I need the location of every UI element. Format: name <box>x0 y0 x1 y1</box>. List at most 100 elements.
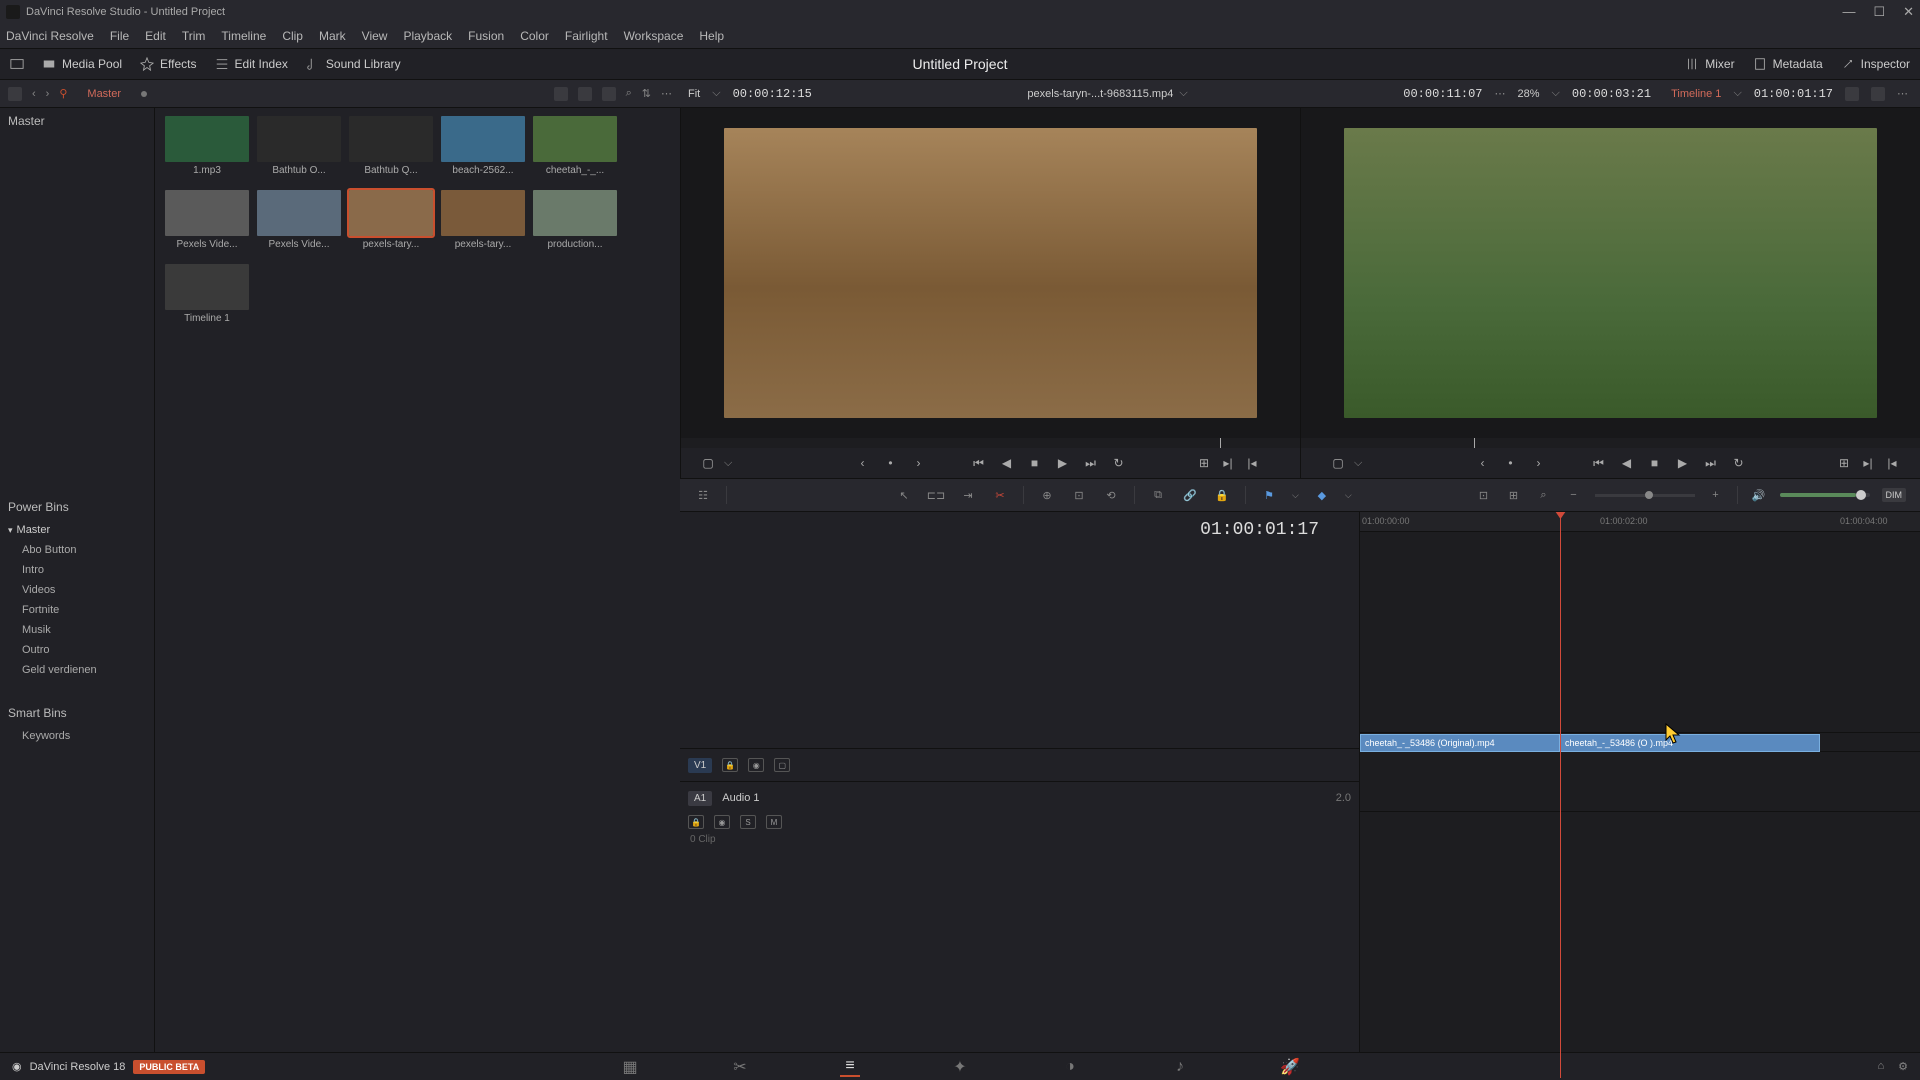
bin-item[interactable]: Outro <box>0 640 154 660</box>
menu-item[interactable]: Edit <box>145 29 166 43</box>
fairlight-page-icon[interactable]: ♪ <box>1170 1057 1190 1077</box>
power-bins-header[interactable]: Power Bins <box>0 494 154 520</box>
pin-icon[interactable]: ⚲ <box>59 87 67 100</box>
menu-item[interactable]: Clip <box>282 29 303 43</box>
media-thumbnail[interactable]: pexels-tary... <box>349 190 433 250</box>
tl-first-frame[interactable]: ⏮ <box>1591 455 1607 471</box>
media-thumbnail[interactable]: Timeline 1 <box>165 264 249 324</box>
zoom-out[interactable]: − <box>1565 486 1583 504</box>
menu-item[interactable]: File <box>110 29 129 43</box>
menu-item[interactable]: Workspace <box>624 29 684 43</box>
menu-item[interactable]: Timeline <box>221 29 266 43</box>
media-pool-toggle[interactable]: Media Pool <box>42 57 122 71</box>
power-bins-master[interactable]: ▾Master <box>0 520 154 540</box>
menu-item[interactable]: Playback <box>403 29 452 43</box>
edit-index-toggle[interactable]: Edit Index <box>215 57 288 71</box>
zoom-detail-icon[interactable]: ⊞ <box>1505 486 1523 504</box>
src-loop[interactable]: ↻ <box>1111 455 1127 471</box>
bin-item[interactable]: Intro <box>0 560 154 580</box>
menu-item[interactable]: View <box>362 29 388 43</box>
project-settings-icon[interactable]: ⚙ <box>1898 1060 1908 1073</box>
mute-button[interactable]: M <box>766 815 782 829</box>
src-prev-edit[interactable]: ‹ <box>855 455 871 471</box>
media-thumbnail[interactable]: Pexels Vide... <box>165 190 249 250</box>
marker-icon[interactable]: ◆ <box>1313 486 1331 504</box>
insert-clip-icon[interactable]: ⊕ <box>1038 486 1056 504</box>
track-disable-icon[interactable]: ▢ <box>774 758 790 772</box>
video-track-header[interactable]: V1 🔒 ◉ ▢ <box>680 748 1359 781</box>
media-thumbnail[interactable]: production... <box>533 190 617 250</box>
menu-item[interactable]: Trim <box>182 29 206 43</box>
tl-opt2-icon[interactable] <box>1871 87 1885 101</box>
sort-icon[interactable]: ⇅ <box>642 87 651 100</box>
cut-page-icon[interactable]: ✂ <box>730 1057 750 1077</box>
bin-item[interactable]: Fortnite <box>0 600 154 620</box>
zoom-in[interactable]: + <box>1707 486 1725 504</box>
nav-back[interactable]: ‹ <box>32 88 36 100</box>
zoom-custom-icon[interactable]: ⌕ <box>1535 486 1553 504</box>
smart-bins-header[interactable]: Smart Bins <box>0 700 154 726</box>
media-page-icon[interactable]: ▦ <box>620 1057 640 1077</box>
video-clip[interactable]: cheetah_-_53486 (O ).mp4 <box>1560 734 1820 752</box>
timeline-scrubber[interactable] <box>1301 438 1920 448</box>
track-auto-icon[interactable]: ◉ <box>714 815 730 829</box>
deliver-page-icon[interactable]: 🚀 <box>1280 1057 1300 1077</box>
tl-opt1-icon[interactable] <box>1845 87 1859 101</box>
media-thumbnail[interactable]: Bathtub Q... <box>349 116 433 176</box>
volume-slider[interactable] <box>1780 493 1870 497</box>
src-mode-icon[interactable]: ▢ <box>700 455 716 471</box>
replace-clip-icon[interactable]: ⟲ <box>1102 486 1120 504</box>
bin-item[interactable]: Geld verdienen <box>0 660 154 680</box>
tl-mode-icon[interactable]: ▢ <box>1330 455 1346 471</box>
src-in-icon[interactable]: ▸| <box>1220 455 1236 471</box>
tl-stop[interactable]: ■ <box>1647 455 1663 471</box>
fullscreen-toggle[interactable] <box>10 57 24 71</box>
edit-page-icon[interactable]: ≡ <box>840 1057 860 1077</box>
tl-loop[interactable]: ↻ <box>1731 455 1747 471</box>
menu-item[interactable]: Fusion <box>468 29 504 43</box>
menu-item[interactable]: Fairlight <box>565 29 608 43</box>
media-thumbnail[interactable]: Bathtub O... <box>257 116 341 176</box>
tl-out-icon[interactable]: |◂ <box>1884 455 1900 471</box>
mixer-toggle[interactable]: Mixer <box>1685 57 1734 71</box>
grid-view-icon[interactable] <box>578 87 592 101</box>
src-play-reverse[interactable]: ◀ <box>999 455 1015 471</box>
src-play[interactable]: ▶ <box>1055 455 1071 471</box>
sound-library-toggle[interactable]: Sound Library <box>306 57 401 71</box>
flag-icon[interactable]: ⚑ <box>1260 486 1278 504</box>
tl-play[interactable]: ▶ <box>1675 455 1691 471</box>
src-fit[interactable]: Fit <box>688 88 700 100</box>
timeline-frame[interactable] <box>1344 128 1876 418</box>
tl-marker[interactable]: • <box>1503 455 1519 471</box>
search-icon[interactable]: ⌕ <box>626 87 632 100</box>
thumb-view-icon[interactable] <box>554 87 568 101</box>
tl-prev-edit[interactable]: ‹ <box>1475 455 1491 471</box>
timeline-canvas[interactable]: 01:00:00:00 01:00:02:00 01:00:04:00 01:0… <box>1360 512 1920 1078</box>
media-thumbnail[interactable]: Pexels Vide... <box>257 190 341 250</box>
tl-match-frame[interactable]: ⊞ <box>1836 455 1852 471</box>
menu-item[interactable]: Mark <box>319 29 346 43</box>
bin-item[interactable]: Videos <box>0 580 154 600</box>
trim-tool[interactable]: ⊏⊐ <box>927 486 945 504</box>
src-marker[interactable]: • <box>883 455 899 471</box>
dim-button[interactable]: DIM <box>1882 488 1907 502</box>
maximize-button[interactable]: ☐ <box>1873 4 1885 20</box>
src-match-frame[interactable]: ⊞ <box>1196 455 1212 471</box>
source-frame[interactable] <box>724 128 1256 418</box>
tl-zoom[interactable]: 28% <box>1518 88 1540 100</box>
src-next-edit[interactable]: › <box>911 455 927 471</box>
snap-icon[interactable]: ⧉ <box>1149 486 1167 504</box>
src-last-frame[interactable]: ⏭ <box>1083 455 1099 471</box>
tl-last-frame[interactable]: ⏭ <box>1703 455 1719 471</box>
src-first-frame[interactable]: ⏮ <box>971 455 987 471</box>
src-clip-name[interactable]: pexels-taryn-...t-9683115.mp4 <box>1027 88 1173 100</box>
dynamic-trim-tool[interactable]: ⇥ <box>959 486 977 504</box>
color-page-icon[interactable]: ◑ <box>1060 1057 1080 1077</box>
inspector-toggle[interactable]: Inspector <box>1841 57 1910 71</box>
effects-toggle[interactable]: Effects <box>140 57 196 71</box>
bin-master[interactable]: Master <box>0 108 154 134</box>
tl-more-icon[interactable]: ⋯ <box>1897 87 1908 100</box>
timeline-ruler[interactable]: 01:00:00:00 01:00:02:00 01:00:04:00 01:0… <box>1360 512 1920 532</box>
overwrite-clip-icon[interactable]: ⊡ <box>1070 486 1088 504</box>
home-icon[interactable]: ⌂ <box>1877 1060 1884 1073</box>
